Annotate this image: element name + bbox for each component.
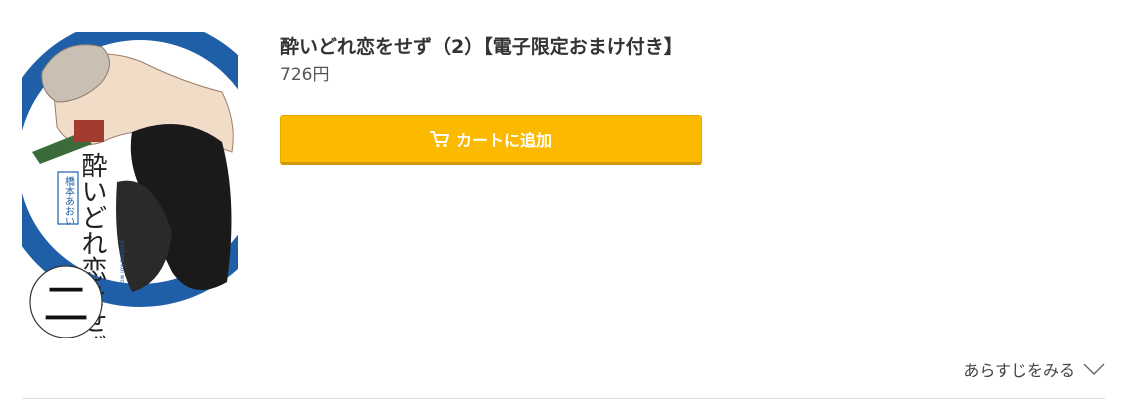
synopsis-label: あらすじをみる [963, 361, 1075, 380]
synopsis-toggle[interactable]: あらすじをみる [963, 357, 1105, 381]
cover-romaji-text: yoidore koi wo sezu [119, 240, 126, 299]
cover-volume-text: 二 [43, 277, 89, 331]
product-info: 酔いどれ恋をせず（2）【電子限定おまけ付き】 726円 [280, 34, 1080, 87]
add-to-cart-button[interactable]: カートに追加 [280, 115, 702, 165]
book-cover-image[interactable]: 酔いどれ恋をせず 橋本あおい yoidore koi wo sezu 二 [22, 32, 238, 338]
cover-author-text: 橋本あおい [63, 175, 75, 226]
product-item: 酔いどれ恋をせず 橋本あおい yoidore koi wo sezu 二 酔いど… [0, 0, 1127, 402]
cart-icon [429, 130, 450, 148]
divider [22, 398, 1105, 399]
chevron-down-icon [1083, 360, 1105, 379]
product-title[interactable]: 酔いどれ恋をせず（2）【電子限定おまけ付き】 [280, 34, 1080, 60]
add-to-cart-label: カートに追加 [455, 133, 552, 150]
product-price: 726円 [280, 65, 330, 85]
